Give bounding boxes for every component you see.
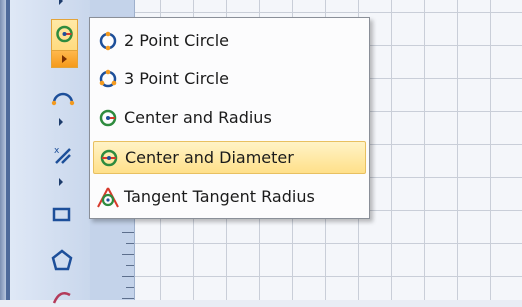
- two-point-circle-icon: [99, 31, 117, 50]
- menu-item-label: Center and Diameter: [125, 148, 294, 167]
- arc-dropdown-arrow-icon[interactable]: [59, 118, 63, 126]
- expand-arrow-icon[interactable]: [59, 0, 63, 5]
- polygon-tool-button[interactable]: [50, 249, 76, 271]
- menu-item-3-point-circle[interactable]: 3 Point Circle: [93, 62, 366, 95]
- menu-item-center-and-radius[interactable]: Center and Radius: [93, 101, 366, 134]
- tangent-tangent-radius-icon: [97, 187, 119, 207]
- polygon-icon: [51, 249, 73, 271]
- menu-item-label: 2 Point Circle: [124, 31, 230, 50]
- circle-tool-menu: 2 Point Circle 3 Point Circle Center and…: [89, 17, 370, 219]
- ellipse-tool-button[interactable]: [50, 287, 76, 307]
- rectangle-tool-button[interactable]: [50, 204, 76, 224]
- draw-tool-palette: x: [10, 0, 91, 304]
- ellipse-icon: [52, 292, 71, 304]
- circle-tool-icon: [56, 25, 73, 43]
- spline-dropdown-arrow-icon[interactable]: [59, 178, 63, 186]
- spline-icon: x: [54, 146, 71, 164]
- three-point-circle-icon: [99, 69, 117, 87]
- menu-item-2-point-circle[interactable]: 2 Point Circle: [93, 24, 366, 57]
- arc-icon: [51, 92, 75, 106]
- circle-tool-arrow-icon: [62, 55, 67, 63]
- spline-tool-button[interactable]: x: [50, 143, 76, 164]
- center-diameter-icon: [100, 149, 118, 166]
- menu-item-label: 3 Point Circle: [124, 69, 230, 88]
- menu-item-label: Tangent Tangent Radius: [124, 187, 315, 206]
- menu-item-label: Center and Radius: [124, 108, 272, 127]
- menu-item-center-and-diameter[interactable]: Center and Diameter: [93, 141, 366, 174]
- center-radius-icon: [99, 109, 117, 126]
- circle-tool-button[interactable]: [51, 19, 78, 68]
- menu-item-tangent-tangent-radius[interactable]: Tangent Tangent Radius: [93, 180, 366, 213]
- arc-tool-button[interactable]: [50, 87, 76, 107]
- rectangle-icon: [52, 207, 71, 222]
- svg-text:x: x: [54, 146, 60, 156]
